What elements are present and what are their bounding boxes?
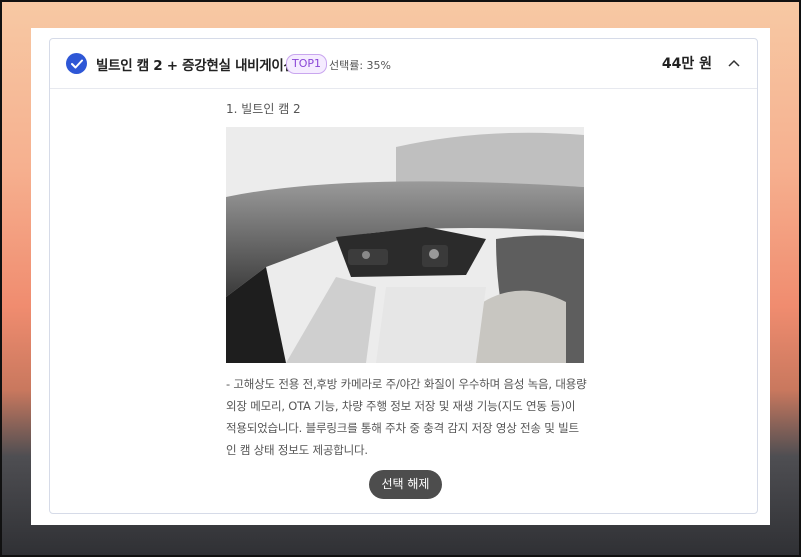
check-circle-icon[interactable] <box>66 53 87 74</box>
option-header[interactable]: 빌트인 캠 2 + 증강현실 내비게이션 TOP1 선택률: 35% 44만 원 <box>50 39 757 89</box>
top-badge: TOP1 <box>286 54 328 74</box>
item-title: 1. 빌트인 캠 2 <box>226 102 301 116</box>
chevron-up-icon[interactable] <box>727 57 741 69</box>
selection-rate: 선택률: 35% <box>329 59 392 72</box>
option-title: 빌트인 캠 2 + 증강현실 내비게이션 <box>96 58 296 74</box>
option-card: 빌트인 캠 2 + 증강현실 내비게이션 TOP1 선택률: 35% 44만 원… <box>31 28 770 525</box>
dashcam-photo <box>226 127 584 363</box>
deselect-button[interactable]: 선택 해제 <box>369 470 442 499</box>
option-price: 44만 원 <box>661 56 712 72</box>
option-panel: 빌트인 캠 2 + 증강현실 내비게이션 TOP1 선택률: 35% 44만 원… <box>49 38 758 514</box>
item-description: - 고해상도 전용 전,후방 카메라로 주/야간 화질이 우수하며 음성 녹음,… <box>226 377 587 457</box>
